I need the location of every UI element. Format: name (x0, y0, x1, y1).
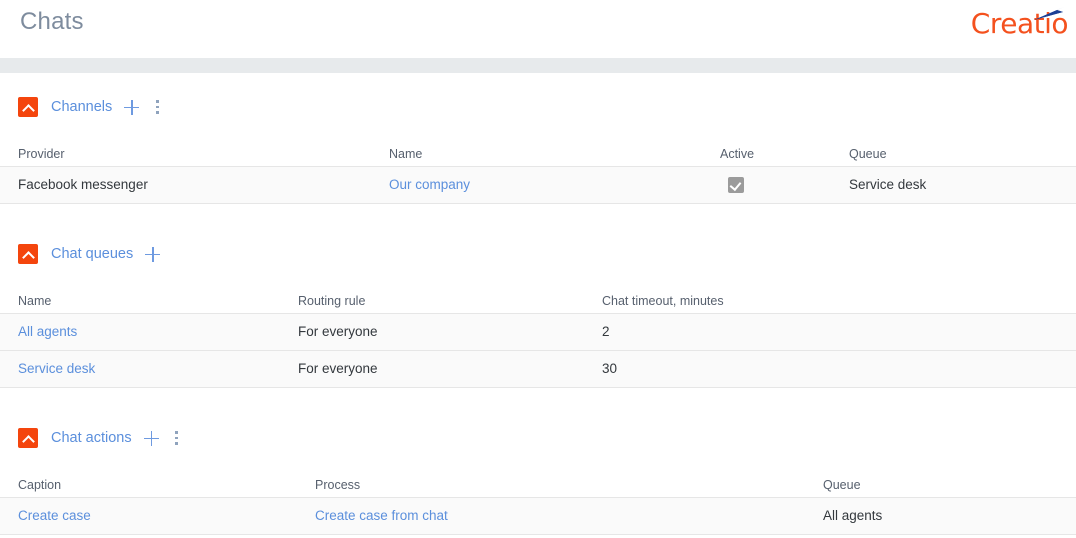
cell-name-link[interactable]: Service desk (18, 361, 95, 376)
column-header-process[interactable]: Process (315, 478, 360, 492)
section-title-channels[interactable]: Channels (51, 99, 112, 115)
column-header-name[interactable]: Name (18, 294, 51, 308)
column-header-queue[interactable]: Queue (823, 478, 861, 492)
grid-chat-actions: Caption Process Queue Create case Create… (0, 472, 1076, 535)
cell-provider: Facebook messenger (18, 177, 148, 192)
section-title-chat-queues[interactable]: Chat queues (51, 246, 133, 262)
section-chat-queues: Chat queues Name Routing rule Chat timeo… (0, 242, 1076, 388)
table-row[interactable]: Facebook messenger Our company Service d… (0, 167, 1076, 204)
column-header-provider[interactable]: Provider (18, 147, 65, 161)
section-chat-actions: Chat actions Caption Process Queue Creat… (0, 426, 1076, 535)
chevron-up-icon[interactable] (18, 244, 38, 264)
cell-queue: Service desk (849, 177, 927, 192)
section-header-chat-queues: Chat queues (0, 242, 1076, 266)
grid-header-row: Caption Process Queue (0, 472, 1076, 498)
column-header-name[interactable]: Name (389, 147, 422, 161)
cell-name-link[interactable]: Our company (389, 177, 470, 192)
table-row[interactable]: Service desk For everyone 30 (0, 351, 1076, 388)
grid-header-row: Provider Name Active Queue (0, 141, 1076, 167)
cell-routing-rule: For everyone (298, 361, 378, 376)
page-header: Chats Creatio (0, 0, 1076, 58)
section-header-channels: Channels (0, 95, 1076, 119)
column-header-routing-rule[interactable]: Routing rule (298, 294, 365, 308)
kebab-menu-icon[interactable] (150, 99, 164, 116)
chevron-up-icon[interactable] (18, 97, 38, 117)
cell-queue: All agents (823, 508, 883, 523)
header-divider-band (0, 58, 1076, 73)
column-header-queue[interactable]: Queue (849, 147, 887, 161)
section-header-chat-actions: Chat actions (0, 426, 1076, 450)
creatio-swoosh-icon (1034, 7, 1064, 20)
cell-chat-timeout: 30 (602, 361, 618, 376)
plus-icon[interactable] (144, 246, 161, 263)
grid-header-row: Name Routing rule Chat timeout, minutes (0, 288, 1076, 314)
cell-name-link[interactable]: All agents (18, 324, 77, 339)
content-area: Channels Provider Name Active Queue Face… (0, 73, 1076, 535)
section-title-chat-actions[interactable]: Chat actions (51, 430, 132, 446)
active-checkbox[interactable] (728, 177, 744, 193)
plus-icon[interactable] (143, 430, 160, 447)
column-header-chat-timeout[interactable]: Chat timeout, minutes (602, 294, 724, 308)
page-title: Chats (20, 8, 84, 35)
cell-process-link[interactable]: Create case from chat (315, 508, 448, 523)
chevron-up-icon[interactable] (18, 428, 38, 448)
grid-channels: Provider Name Active Queue Facebook mess… (0, 141, 1076, 204)
kebab-menu-icon[interactable] (170, 430, 184, 447)
section-channels: Channels Provider Name Active Queue Face… (0, 95, 1076, 204)
grid-chat-queues: Name Routing rule Chat timeout, minutes … (0, 288, 1076, 388)
cell-chat-timeout: 2 (602, 324, 610, 339)
cell-routing-rule: For everyone (298, 324, 378, 339)
table-row[interactable]: All agents For everyone 2 (0, 314, 1076, 351)
table-row[interactable]: Create case Create case from chat All ag… (0, 498, 1076, 535)
creatio-logo: Creatio (960, 7, 1069, 43)
column-header-active[interactable]: Active (720, 147, 754, 161)
plus-icon[interactable] (123, 99, 140, 116)
column-header-caption[interactable]: Caption (18, 478, 61, 492)
cell-caption-link[interactable]: Create case (18, 508, 91, 523)
